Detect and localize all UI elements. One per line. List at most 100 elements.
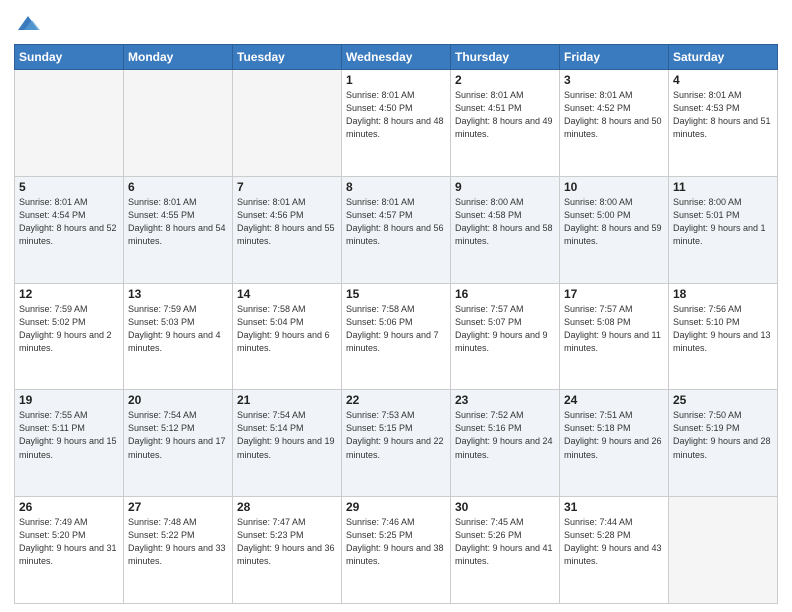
calendar-cell: 17 Sunrise: 7:57 AM Sunset: 5:08 PM Dayli… <box>560 283 669 390</box>
day-number: 14 <box>237 287 337 301</box>
day-number: 22 <box>346 393 446 407</box>
day-info: Sunrise: 7:48 AM Sunset: 5:22 PM Dayligh… <box>128 516 228 568</box>
calendar-cell: 11 Sunrise: 8:00 AM Sunset: 5:01 PM Dayli… <box>669 176 778 283</box>
calendar-cell: 30Sunrise: 7:45 AM Sunset: 5:26 PM Dayli… <box>451 497 560 604</box>
weekday-header-wednesday: Wednesday <box>342 45 451 70</box>
calendar-cell: 28 Sunrise: 7:47 AM Sunset: 5:23 PM Dayli… <box>233 497 342 604</box>
calendar-cell: 26 Sunrise: 7:49 AM Sunset: 5:20 PM Dayli… <box>15 497 124 604</box>
day-info: Sunrise: 7:54 AM Sunset: 5:12 PM Dayligh… <box>128 409 228 461</box>
logo <box>14 10 46 38</box>
weekday-header-row: SundayMondayTuesdayWednesdayThursdayFrid… <box>15 45 778 70</box>
page: SundayMondayTuesdayWednesdayThursdayFrid… <box>0 0 792 612</box>
day-info: Sunrise: 8:01 AM Sunset: 4:51 PM Dayligh… <box>455 89 555 141</box>
calendar-cell <box>233 70 342 177</box>
day-info: Sunrise: 7:44 AM Sunset: 5:28 PM Dayligh… <box>564 516 664 568</box>
day-number: 4 <box>673 73 773 87</box>
day-info: Sunrise: 8:01 AM Sunset: 4:52 PM Dayligh… <box>564 89 664 141</box>
day-info: Sunrise: 7:59 AM Sunset: 5:02 PM Dayligh… <box>19 303 119 355</box>
day-number: 23 <box>455 393 555 407</box>
calendar-week-row: 26 Sunrise: 7:49 AM Sunset: 5:20 PM Dayli… <box>15 497 778 604</box>
day-number: 28 <box>237 500 337 514</box>
day-number: 26 <box>19 500 119 514</box>
calendar-cell: 22 Sunrise: 7:53 AM Sunset: 5:15 PM Dayli… <box>342 390 451 497</box>
calendar-cell: 19Sunrise: 7:55 AM Sunset: 5:11 PM Dayli… <box>15 390 124 497</box>
day-number: 24 <box>564 393 664 407</box>
day-info: Sunrise: 8:01 AM Sunset: 4:50 PM Dayligh… <box>346 89 446 141</box>
day-number: 5 <box>19 180 119 194</box>
calendar-cell: 24 Sunrise: 7:51 AM Sunset: 5:18 PM Dayli… <box>560 390 669 497</box>
day-number: 15 <box>346 287 446 301</box>
calendar-cell: 15 Sunrise: 7:58 AM Sunset: 5:06 PM Dayli… <box>342 283 451 390</box>
day-number: 2 <box>455 73 555 87</box>
day-number: 25 <box>673 393 773 407</box>
day-info: Sunrise: 7:57 AM Sunset: 5:08 PM Dayligh… <box>564 303 664 355</box>
day-info: Sunrise: 7:50 AM Sunset: 5:19 PM Dayligh… <box>673 409 773 461</box>
day-info: Sunrise: 7:59 AM Sunset: 5:03 PM Dayligh… <box>128 303 228 355</box>
header <box>14 10 778 38</box>
logo-icon <box>14 10 42 38</box>
day-info: Sunrise: 8:01 AM Sunset: 4:55 PM Dayligh… <box>128 196 228 248</box>
calendar-cell: 2 Sunrise: 8:01 AM Sunset: 4:51 PM Daylig… <box>451 70 560 177</box>
calendar-cell: 12 Sunrise: 7:59 AM Sunset: 5:02 PM Dayli… <box>15 283 124 390</box>
calendar-cell: 13 Sunrise: 7:59 AM Sunset: 5:03 PM Dayli… <box>124 283 233 390</box>
day-number: 6 <box>128 180 228 194</box>
calendar-cell: 27Sunrise: 7:48 AM Sunset: 5:22 PM Dayli… <box>124 497 233 604</box>
day-number: 29 <box>346 500 446 514</box>
day-info: Sunrise: 8:01 AM Sunset: 4:54 PM Dayligh… <box>19 196 119 248</box>
calendar-cell: 8Sunrise: 8:01 AM Sunset: 4:57 PM Daylig… <box>342 176 451 283</box>
day-number: 8 <box>346 180 446 194</box>
calendar-table: SundayMondayTuesdayWednesdayThursdayFrid… <box>14 44 778 604</box>
calendar-cell <box>669 497 778 604</box>
calendar-cell: 6 Sunrise: 8:01 AM Sunset: 4:55 PM Daylig… <box>124 176 233 283</box>
day-info: Sunrise: 7:53 AM Sunset: 5:15 PM Dayligh… <box>346 409 446 461</box>
day-number: 7 <box>237 180 337 194</box>
day-info: Sunrise: 8:00 AM Sunset: 5:01 PM Dayligh… <box>673 196 773 248</box>
day-info: Sunrise: 7:47 AM Sunset: 5:23 PM Dayligh… <box>237 516 337 568</box>
calendar-week-row: 12 Sunrise: 7:59 AM Sunset: 5:02 PM Dayli… <box>15 283 778 390</box>
weekday-header-saturday: Saturday <box>669 45 778 70</box>
calendar-cell: 10 Sunrise: 8:00 AM Sunset: 5:00 PM Dayli… <box>560 176 669 283</box>
day-number: 3 <box>564 73 664 87</box>
calendar-cell: 5 Sunrise: 8:01 AM Sunset: 4:54 PM Daylig… <box>15 176 124 283</box>
day-info: Sunrise: 7:51 AM Sunset: 5:18 PM Dayligh… <box>564 409 664 461</box>
calendar-cell: 4 Sunrise: 8:01 AM Sunset: 4:53 PM Daylig… <box>669 70 778 177</box>
weekday-header-monday: Monday <box>124 45 233 70</box>
day-number: 10 <box>564 180 664 194</box>
day-number: 11 <box>673 180 773 194</box>
day-number: 20 <box>128 393 228 407</box>
day-info: Sunrise: 8:01 AM Sunset: 4:53 PM Dayligh… <box>673 89 773 141</box>
calendar-cell: 7 Sunrise: 8:01 AM Sunset: 4:56 PM Daylig… <box>233 176 342 283</box>
weekday-header-tuesday: Tuesday <box>233 45 342 70</box>
day-number: 9 <box>455 180 555 194</box>
day-number: 12 <box>19 287 119 301</box>
day-number: 21 <box>237 393 337 407</box>
weekday-header-thursday: Thursday <box>451 45 560 70</box>
weekday-header-sunday: Sunday <box>15 45 124 70</box>
day-number: 18 <box>673 287 773 301</box>
calendar-cell: 29 Sunrise: 7:46 AM Sunset: 5:25 PM Dayli… <box>342 497 451 604</box>
calendar-cell: 25 Sunrise: 7:50 AM Sunset: 5:19 PM Dayli… <box>669 390 778 497</box>
day-info: Sunrise: 7:58 AM Sunset: 5:06 PM Dayligh… <box>346 303 446 355</box>
day-info: Sunrise: 7:49 AM Sunset: 5:20 PM Dayligh… <box>19 516 119 568</box>
day-number: 13 <box>128 287 228 301</box>
calendar-cell: 14Sunrise: 7:58 AM Sunset: 5:04 PM Dayli… <box>233 283 342 390</box>
day-info: Sunrise: 8:01 AM Sunset: 4:56 PM Dayligh… <box>237 196 337 248</box>
day-info: Sunrise: 7:54 AM Sunset: 5:14 PM Dayligh… <box>237 409 337 461</box>
day-info: Sunrise: 7:46 AM Sunset: 5:25 PM Dayligh… <box>346 516 446 568</box>
calendar-cell: 18 Sunrise: 7:56 AM Sunset: 5:10 PM Dayli… <box>669 283 778 390</box>
day-info: Sunrise: 7:56 AM Sunset: 5:10 PM Dayligh… <box>673 303 773 355</box>
day-number: 1 <box>346 73 446 87</box>
calendar-cell: 21 Sunrise: 7:54 AM Sunset: 5:14 PM Dayli… <box>233 390 342 497</box>
day-info: Sunrise: 7:52 AM Sunset: 5:16 PM Dayligh… <box>455 409 555 461</box>
calendar-cell: 3 Sunrise: 8:01 AM Sunset: 4:52 PM Daylig… <box>560 70 669 177</box>
calendar-week-row: 19Sunrise: 7:55 AM Sunset: 5:11 PM Dayli… <box>15 390 778 497</box>
calendar-week-row: 5 Sunrise: 8:01 AM Sunset: 4:54 PM Daylig… <box>15 176 778 283</box>
calendar-week-row: 1 Sunrise: 8:01 AM Sunset: 4:50 PM Daylig… <box>15 70 778 177</box>
day-number: 31 <box>564 500 664 514</box>
calendar-cell: 31 Sunrise: 7:44 AM Sunset: 5:28 PM Dayli… <box>560 497 669 604</box>
day-info: Sunrise: 7:57 AM Sunset: 5:07 PM Dayligh… <box>455 303 555 355</box>
day-info: Sunrise: 8:00 AM Sunset: 5:00 PM Dayligh… <box>564 196 664 248</box>
day-number: 17 <box>564 287 664 301</box>
calendar-cell: 16Sunrise: 7:57 AM Sunset: 5:07 PM Dayli… <box>451 283 560 390</box>
day-number: 30 <box>455 500 555 514</box>
